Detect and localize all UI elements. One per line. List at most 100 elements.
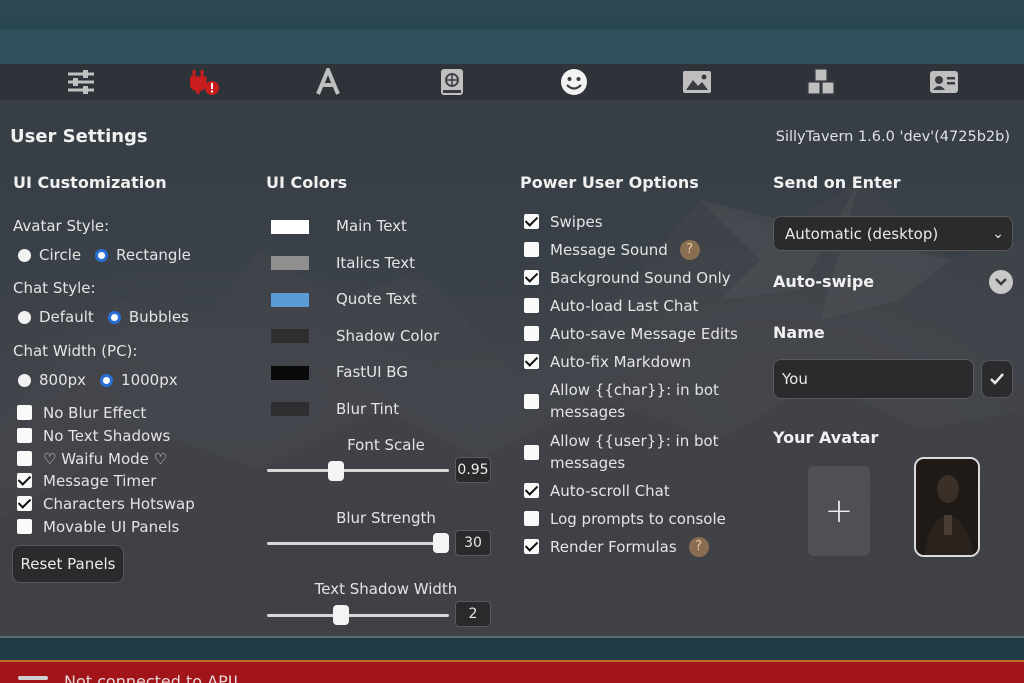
chat-style-bubbles-radio[interactable] — [107, 310, 121, 324]
auto-load-last-chat-label: Auto-load Last Chat — [550, 297, 699, 315]
ui-colors-title: UI Colors — [266, 173, 348, 192]
confirm-name-button[interactable] — [981, 360, 1013, 398]
chat-width-1000-radio[interactable] — [100, 373, 114, 387]
menu-icon[interactable] — [18, 676, 48, 680]
add-avatar-button[interactable]: + — [808, 466, 870, 556]
message-sound-option[interactable]: Message Sound ? — [524, 239, 700, 261]
no-text-shadows-label: No Text Shadows — [43, 427, 171, 445]
auto-save-message-edits-checkbox[interactable] — [524, 326, 539, 341]
main-text-color-swatch[interactable] — [271, 220, 309, 234]
world-book-icon[interactable] — [435, 67, 469, 97]
name-input[interactable]: You — [773, 359, 974, 399]
fastui-bg-color-swatch[interactable] — [271, 366, 309, 380]
blur-strength-value[interactable]: 30 — [455, 530, 491, 556]
allow-user-option[interactable]: Allow {{user}}: in bot messages — [524, 430, 744, 474]
message-timer-checkbox-row[interactable]: Message Timer — [17, 470, 156, 492]
auto-fix-markdown-checkbox[interactable] — [524, 354, 539, 369]
auto-load-last-chat-option[interactable]: Auto-load Last Chat — [524, 295, 698, 317]
allow-user-checkbox[interactable] — [524, 444, 539, 460]
no-text-shadows-checkbox-row[interactable]: No Text Shadows — [17, 425, 170, 447]
text-shadow-width-value[interactable]: 2 — [455, 601, 491, 627]
background-sound-only-option[interactable]: Background Sound Only — [524, 267, 731, 289]
image-icon[interactable] — [680, 67, 714, 97]
sliders-icon[interactable] — [64, 67, 98, 97]
background-strip — [0, 30, 1024, 64]
avatar-style-circle-radio[interactable] — [18, 248, 31, 262]
background-top-bar — [0, 0, 1024, 64]
send-on-enter-title: Send on Enter — [773, 173, 901, 192]
connection-status-text: Not connected to API! — [64, 672, 239, 683]
movable-ui-panels-checkbox-row[interactable]: Movable UI Panels — [17, 516, 179, 538]
user-avatar-image[interactable] — [914, 457, 980, 557]
fastui-bg-color-label: FastUI BG — [336, 363, 408, 381]
waifu-mode-checkbox[interactable] — [17, 451, 32, 466]
log-prompts-option[interactable]: Log prompts to console — [524, 508, 726, 530]
chat-width-1000-label: 1000px — [121, 371, 178, 389]
connection-alert-bar: Not connected to API! — [0, 660, 1024, 683]
text-shadow-width-slider[interactable] — [267, 614, 449, 617]
log-prompts-checkbox[interactable] — [524, 511, 539, 526]
characters-hotswap-checkbox-row[interactable]: Characters Hotswap — [17, 493, 195, 515]
auto-fix-markdown-option[interactable]: Auto-fix Markdown — [524, 351, 691, 373]
auto-swipe-expand-icon[interactable] — [989, 270, 1013, 294]
chat-style-default-radio[interactable] — [18, 310, 31, 324]
no-blur-label: No Blur Effect — [43, 404, 147, 422]
message-sound-label: Message Sound — [550, 241, 668, 259]
blur-strength-slider[interactable] — [267, 542, 449, 545]
chat-style-options: Default Bubbles — [18, 308, 189, 326]
chat-width-800-radio[interactable] — [18, 373, 31, 387]
shadow-color-swatch[interactable] — [271, 329, 309, 343]
text-shadow-width-label: Text Shadow Width — [314, 580, 458, 598]
check-icon — [990, 373, 1004, 385]
italics-text-color-swatch[interactable] — [271, 256, 309, 270]
message-sound-help-icon[interactable]: ? — [679, 240, 700, 260]
send-on-enter-select[interactable]: Automatic (desktop) ⌄ — [773, 216, 1013, 251]
font-icon[interactable] — [311, 67, 345, 97]
render-formulas-checkbox[interactable] — [524, 539, 539, 554]
quote-text-color-swatch[interactable] — [271, 293, 309, 307]
swipes-checkbox[interactable] — [524, 214, 539, 229]
plus-icon: + — [824, 491, 854, 531]
avatar-portrait — [916, 459, 978, 555]
no-text-shadows-checkbox[interactable] — [17, 428, 32, 443]
message-sound-checkbox[interactable] — [524, 242, 539, 257]
persona-card-icon[interactable] — [927, 67, 961, 97]
render-formulas-help-icon[interactable]: ? — [688, 537, 709, 557]
avatar-style-rectangle-radio[interactable] — [95, 248, 109, 262]
render-formulas-label: Render Formulas — [550, 538, 677, 556]
blur-tint-color-label: Blur Tint — [336, 400, 400, 418]
your-avatar-title: Your Avatar — [773, 428, 879, 447]
font-scale-thumb[interactable] — [328, 461, 345, 481]
auto-fix-markdown-label: Auto-fix Markdown — [550, 353, 692, 371]
render-formulas-option[interactable]: Render Formulas ? — [524, 536, 709, 558]
allow-char-option[interactable]: Allow {{char}}: in bot messages — [524, 379, 744, 423]
blur-tint-color-swatch[interactable] — [271, 402, 309, 416]
no-blur-checkbox-row[interactable]: No Blur Effect — [17, 402, 146, 424]
italics-text-color-label: Italics Text — [336, 254, 415, 272]
extensions-cubes-icon[interactable] — [804, 67, 838, 97]
auto-scroll-chat-option[interactable]: Auto-scroll Chat — [524, 480, 670, 502]
swipes-label: Swipes — [550, 213, 603, 231]
swipes-option[interactable]: Swipes — [524, 211, 603, 233]
plug-warning-icon[interactable] — [188, 67, 222, 97]
auto-scroll-chat-checkbox[interactable] — [524, 483, 539, 498]
font-scale-value[interactable]: 0.95 — [455, 457, 491, 483]
movable-ui-panels-checkbox[interactable] — [17, 519, 32, 534]
auto-load-last-chat-checkbox[interactable] — [524, 298, 539, 313]
allow-char-checkbox[interactable] — [524, 393, 539, 409]
blur-strength-thumb[interactable] — [433, 533, 449, 553]
auto-save-message-edits-option[interactable]: Auto-save Message Edits — [524, 323, 738, 345]
no-blur-checkbox[interactable] — [17, 405, 32, 420]
message-timer-checkbox[interactable] — [17, 473, 32, 488]
log-prompts-label: Log prompts to console — [550, 510, 726, 528]
text-shadow-width-thumb[interactable] — [333, 605, 350, 625]
chat-width-800-label: 800px — [39, 371, 87, 389]
smile-icon[interactable] — [557, 67, 591, 97]
reset-panels-button[interactable]: Reset Panels — [12, 545, 124, 583]
waifu-mode-checkbox-row[interactable]: ♡ Waifu Mode ♡ — [17, 448, 167, 470]
font-scale-slider[interactable] — [267, 469, 449, 472]
characters-hotswap-checkbox[interactable] — [17, 496, 32, 511]
version-label: SillyTavern 1.6.0 'dev'(4725b2b) — [775, 129, 1010, 145]
background-sound-only-checkbox[interactable] — [524, 270, 539, 285]
shadow-color-label: Shadow Color — [336, 327, 440, 345]
